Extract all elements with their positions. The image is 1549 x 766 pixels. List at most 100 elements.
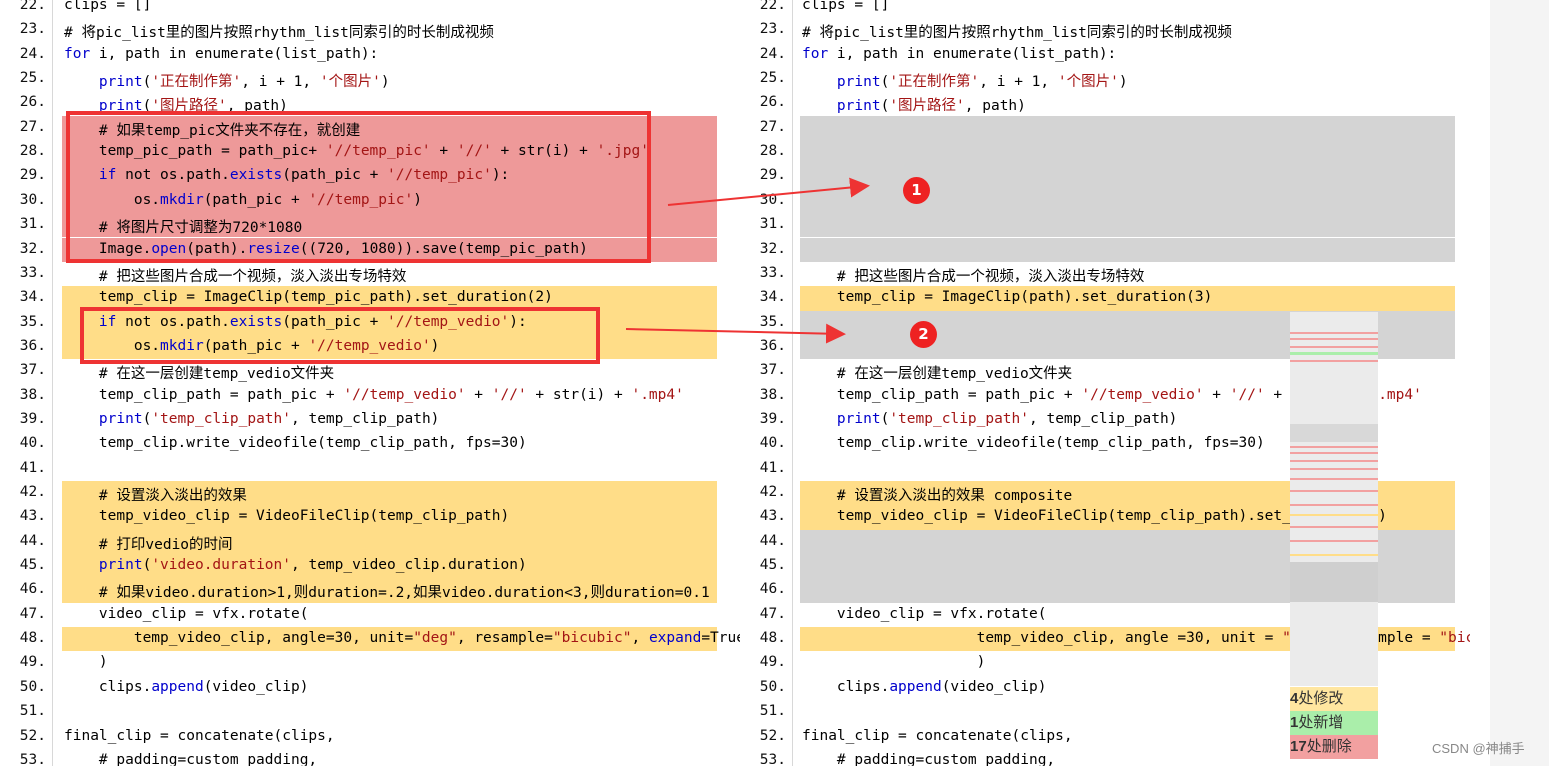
code-line[interactable]: video_clip = vfx.rotate(: [64, 606, 309, 622]
diff-minimap[interactable]: [1290, 312, 1378, 686]
code-text: temp_clip = ImageClip(temp_pic_path).set…: [64, 289, 553, 306]
diff-highlight-gray: [800, 115, 1455, 141]
code-text: , temp_clip_path): [291, 410, 440, 427]
code-line[interactable]: temp_video_clip = VideoFileClip(temp_cli…: [64, 508, 509, 524]
line-number: 25.: [759, 70, 786, 87]
code-line[interactable]: # 将pic_list里的图片按照rhythm_list同索引的时长制成视频: [64, 21, 494, 42]
legend-modified-label: 处修改: [1298, 690, 1344, 707]
line-number: 38.: [19, 386, 46, 403]
code-string: 'temp_clip_path': [151, 410, 291, 427]
code-line[interactable]: # 如果video.duration>1,则duration=.2,如果vide…: [64, 581, 710, 602]
code-line[interactable]: temp_clip.write_videofile(temp_clip_path…: [802, 435, 1265, 451]
line-number: 48.: [19, 630, 46, 647]
code-line[interactable]: clips = []: [64, 0, 151, 13]
code-text: ): [1118, 74, 1128, 91]
code-text: # 将pic_list里的图片按照rhythm_list同索引的时长制成视频: [802, 25, 1232, 42]
line-number: 27.: [19, 118, 46, 135]
code-line[interactable]: # 设置淡入淡出的效果 composite: [802, 484, 1072, 505]
code-line[interactable]: final_clip = concatenate(clips,: [64, 728, 335, 744]
code-line[interactable]: for i, path in enumerate(list_path):: [802, 46, 1116, 62]
code-line[interactable]: print('正在制作第', i + 1, '个图片'): [64, 70, 390, 91]
minimap-mark: [1290, 540, 1378, 542]
line-number: 52.: [759, 727, 786, 744]
vertical-scrollbar[interactable]: [1490, 0, 1549, 766]
right-line-number-gutter: 22. 23. 24. 25. 26. 27. 28. 29. 30. 31. 32. 33. 34. 3…: [740, 0, 792, 766]
code-text: , i + 1,: [979, 74, 1058, 91]
code-line[interactable]: # padding=custom_padding,: [802, 752, 1055, 766]
code-text: # 设置淡入淡出的效果: [64, 488, 247, 504]
code-line[interactable]: # 打印vedio的时间: [64, 533, 233, 554]
code-keyword: for: [802, 45, 829, 62]
code-line[interactable]: # 设置淡入淡出的效果: [64, 484, 247, 505]
code-line[interactable]: print('图片路径', path): [802, 94, 1026, 115]
code-keyword: expand: [648, 630, 702, 647]
line-number: 36.: [19, 337, 46, 354]
line-number: 51.: [19, 703, 46, 720]
code-line[interactable]: # 把这些图片合成一个视频，淡入淡出专场特效: [64, 265, 406, 286]
code-text: temp_clip = ImageClip(path).set_duration…: [802, 289, 1213, 306]
code-line[interactable]: ): [64, 654, 108, 670]
code-text: , temp_video_clip.duration): [291, 557, 527, 574]
code-line[interactable]: # 将pic_list里的图片按照rhythm_list同索引的时长制成视频: [802, 21, 1232, 42]
code-line[interactable]: # 在这一层创建temp_vedio文件夹: [64, 362, 334, 383]
code-text: +: [1203, 386, 1230, 403]
line-number: 25.: [19, 70, 46, 87]
annotation-box-deleted-block: [66, 111, 651, 263]
code-line[interactable]: print('正在制作第', i + 1, '个图片'): [802, 70, 1128, 91]
code-text: # 将pic_list里的图片按照rhythm_list同索引的时长制成视频: [64, 25, 494, 42]
code-text: ): [64, 654, 108, 671]
right-gutter-divider: [792, 0, 793, 766]
code-line[interactable]: clips = []: [802, 0, 889, 13]
line-number: 53.: [759, 751, 786, 766]
code-line[interactable]: video_clip = vfx.rotate(: [802, 606, 1047, 622]
legend-modified: 4处修改: [1290, 687, 1378, 711]
line-number: 33.: [19, 264, 46, 281]
code-text: temp_clip_path = path_pic +: [802, 386, 1082, 403]
legend-deleted-label: 处删除: [1306, 738, 1352, 755]
annotation-box-mkdir-block: [80, 307, 600, 364]
code-text: temp_clip.write_videofile(temp_clip_path…: [64, 435, 527, 452]
diff-highlight-gray: [800, 164, 1455, 189]
legend-added: 1处新增: [1290, 711, 1378, 735]
code-string: '正在制作第': [889, 74, 980, 91]
annotation-badge-1: 1: [903, 177, 930, 204]
code-line[interactable]: temp_clip.write_videofile(temp_clip_path…: [64, 435, 527, 451]
code-line[interactable]: temp_clip = ImageClip(temp_pic_path).set…: [64, 289, 553, 305]
code-line[interactable]: clips.append(video_clip): [802, 679, 1047, 695]
code-line[interactable]: for i, path in enumerate(list_path):: [64, 46, 378, 62]
code-line[interactable]: temp_clip_path = path_pic + '//temp_vedi…: [64, 387, 684, 403]
code-line[interactable]: print('temp_clip_path', temp_clip_path): [64, 411, 439, 427]
minimap-mark: [1290, 490, 1378, 492]
code-text: (: [880, 98, 890, 115]
code-line[interactable]: temp_video_clip, angle=30, unit="deg", r…: [64, 630, 740, 646]
line-number: 28.: [19, 143, 46, 160]
code-keyword: append: [151, 678, 204, 695]
code-text: # 在这一层创建temp_vedio文件夹: [64, 366, 335, 383]
line-number: 24.: [19, 45, 46, 62]
line-number: 34.: [759, 289, 786, 306]
code-text: (: [880, 74, 890, 91]
code-line[interactable]: ): [802, 654, 986, 670]
line-number: 23.: [759, 21, 786, 38]
code-line[interactable]: # 在这一层创建temp_vedio文件夹: [802, 362, 1072, 383]
code-line[interactable]: temp_clip = ImageClip(path).set_duration…: [802, 289, 1212, 305]
code-keyword: print: [836, 98, 881, 115]
code-line[interactable]: clips.append(video_clip): [64, 678, 309, 695]
minimap-mark: [1290, 554, 1378, 556]
code-text: # padding=custom_padding,: [64, 751, 318, 766]
minimap-mark: [1290, 452, 1378, 454]
code-string: '图片路径': [889, 98, 965, 115]
line-number: 47.: [759, 605, 786, 622]
line-number: 22.: [759, 0, 786, 13]
line-number: 49.: [759, 654, 786, 671]
code-line[interactable]: print('video.duration', temp_video_clip.…: [64, 557, 527, 573]
code-line[interactable]: print('temp_clip_path', temp_clip_path): [802, 411, 1177, 427]
line-number: 32.: [19, 240, 46, 257]
code-string: 'temp_clip_path': [889, 410, 1029, 427]
code-string: '//temp_vedio': [1081, 386, 1204, 403]
code-line[interactable]: final_clip = concatenate(clips,: [802, 728, 1073, 744]
code-line[interactable]: # padding=custom_padding,: [64, 752, 317, 766]
line-number: 46.: [759, 581, 786, 598]
code-line[interactable]: # 把这些图片合成一个视频，淡入淡出专场特效: [802, 265, 1144, 286]
minimap-viewport[interactable]: [1290, 424, 1378, 442]
